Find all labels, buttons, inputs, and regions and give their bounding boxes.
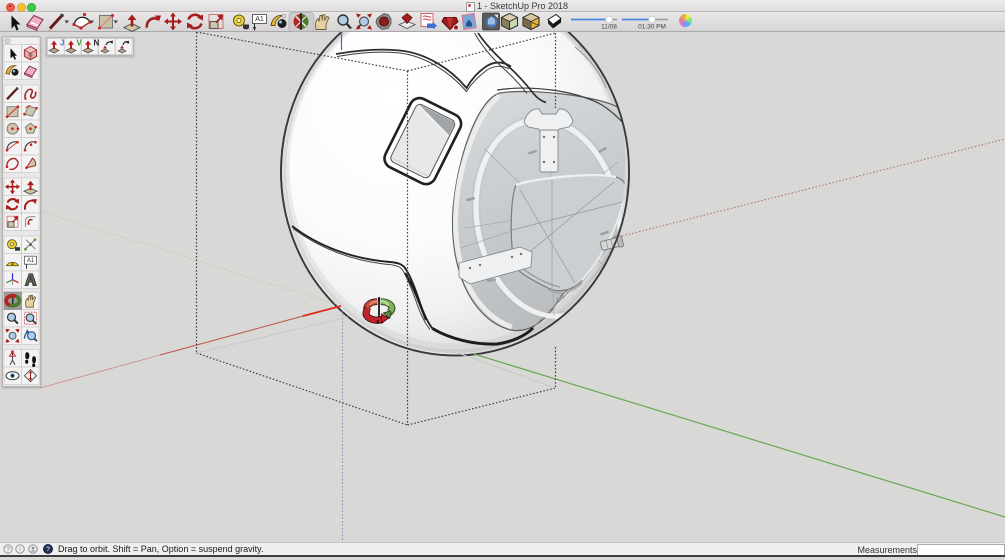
svg-text:V: V bbox=[77, 39, 83, 48]
svg-text:N: N bbox=[94, 39, 100, 48]
svg-text:A1: A1 bbox=[27, 258, 35, 264]
svg-text:01:30 PM: 01:30 PM bbox=[638, 24, 666, 31]
svg-text:11/08: 11/08 bbox=[601, 24, 617, 31]
svg-text:?: ? bbox=[6, 547, 10, 554]
svg-text:J: J bbox=[60, 39, 64, 48]
svg-text:?: ? bbox=[46, 547, 50, 554]
svg-text:A1: A1 bbox=[255, 16, 264, 23]
svg-text:i: i bbox=[19, 547, 21, 554]
